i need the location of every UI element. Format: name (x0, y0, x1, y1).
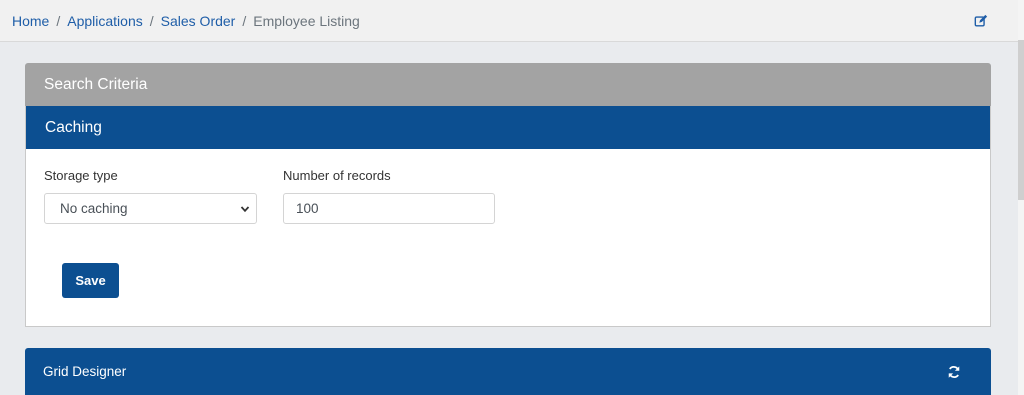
number-of-records-value: 100 (296, 201, 319, 216)
breadcrumb-employee-listing: Employee Listing (253, 12, 360, 29)
caching-header[interactable]: Caching (26, 106, 990, 149)
storage-type-select[interactable]: No caching (44, 193, 257, 224)
breadcrumb-sales-order[interactable]: Sales Order (161, 13, 236, 29)
caching-card: Caching Storage type No caching Number o… (25, 106, 991, 327)
breadcrumb-separator: / (56, 12, 61, 29)
refresh-icon[interactable] (947, 365, 961, 379)
breadcrumb-separator: / (242, 12, 247, 29)
number-of-records-label: Number of records (283, 168, 391, 183)
breadcrumb-applications[interactable]: Applications (67, 13, 143, 29)
storage-type-label: Storage type (44, 168, 118, 183)
breadcrumb-home[interactable]: Home (12, 13, 49, 29)
chevron-down-icon (240, 206, 250, 213)
grid-designer-header[interactable]: Grid Designer (25, 348, 991, 395)
search-criteria-panel: Search Criteria Caching Storage type No … (25, 63, 991, 327)
edit-icon[interactable] (974, 14, 988, 28)
top-bar: Home / Applications / Sales Order / Empl… (0, 0, 1018, 42)
breadcrumb-separator: / (149, 12, 154, 29)
search-criteria-header[interactable]: Search Criteria (25, 63, 991, 106)
grid-designer-title: Grid Designer (43, 364, 127, 379)
scrollbar-thumb[interactable] (1018, 40, 1024, 200)
storage-type-value: No caching (60, 201, 128, 216)
scrollbar-track[interactable] (1018, 0, 1024, 395)
number-of-records-input[interactable]: 100 (283, 193, 495, 224)
save-button[interactable]: Save (62, 263, 119, 298)
